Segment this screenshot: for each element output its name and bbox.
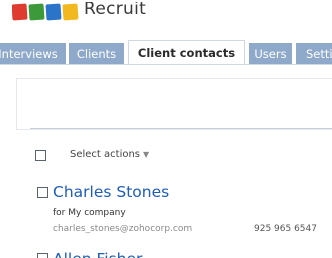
tab-users[interactable]: Users xyxy=(249,43,292,64)
contact-for-prefix: for xyxy=(53,208,66,218)
contact-email: charles_stones@zohocorp.com xyxy=(53,224,193,234)
contact-row-checkbox[interactable] xyxy=(37,187,48,198)
logo-letter-o2 xyxy=(62,3,79,21)
chevron-down-icon: ▼ xyxy=(143,150,150,159)
section-divider xyxy=(30,128,332,129)
logo-letter-o1 xyxy=(28,3,45,21)
contact-row-checkbox[interactable] xyxy=(37,253,48,258)
contact-company: for My company xyxy=(53,208,126,218)
logo-text: Recruit xyxy=(84,2,147,19)
logo-letter-h xyxy=(45,3,62,21)
logo-letter-z xyxy=(12,3,28,21)
contact-name-link[interactable]: Allen Fisher xyxy=(53,250,142,258)
contact-company-name: My company xyxy=(68,208,126,218)
tab-settings[interactable]: Settings xyxy=(296,43,332,64)
app-header: Recruit xyxy=(0,0,332,40)
select-actions-label: Select actions xyxy=(70,149,141,160)
main-tab-bar: Interviews Clients Client contacts Users… xyxy=(0,40,332,65)
tab-client-contacts[interactable]: Client contacts xyxy=(128,40,245,64)
contact-name-link[interactable]: Charles Stones xyxy=(53,183,169,201)
content-panel xyxy=(16,78,332,130)
zoho-recruit-logo[interactable]: Recruit xyxy=(12,2,146,22)
tab-interviews[interactable]: Interviews xyxy=(0,43,66,64)
tab-clients[interactable]: Clients xyxy=(69,43,124,64)
select-all-checkbox[interactable] xyxy=(35,150,46,161)
contact-phone: 925 965 6547 xyxy=(254,224,317,234)
select-actions-dropdown[interactable]: Select actions ▼ xyxy=(70,149,149,160)
